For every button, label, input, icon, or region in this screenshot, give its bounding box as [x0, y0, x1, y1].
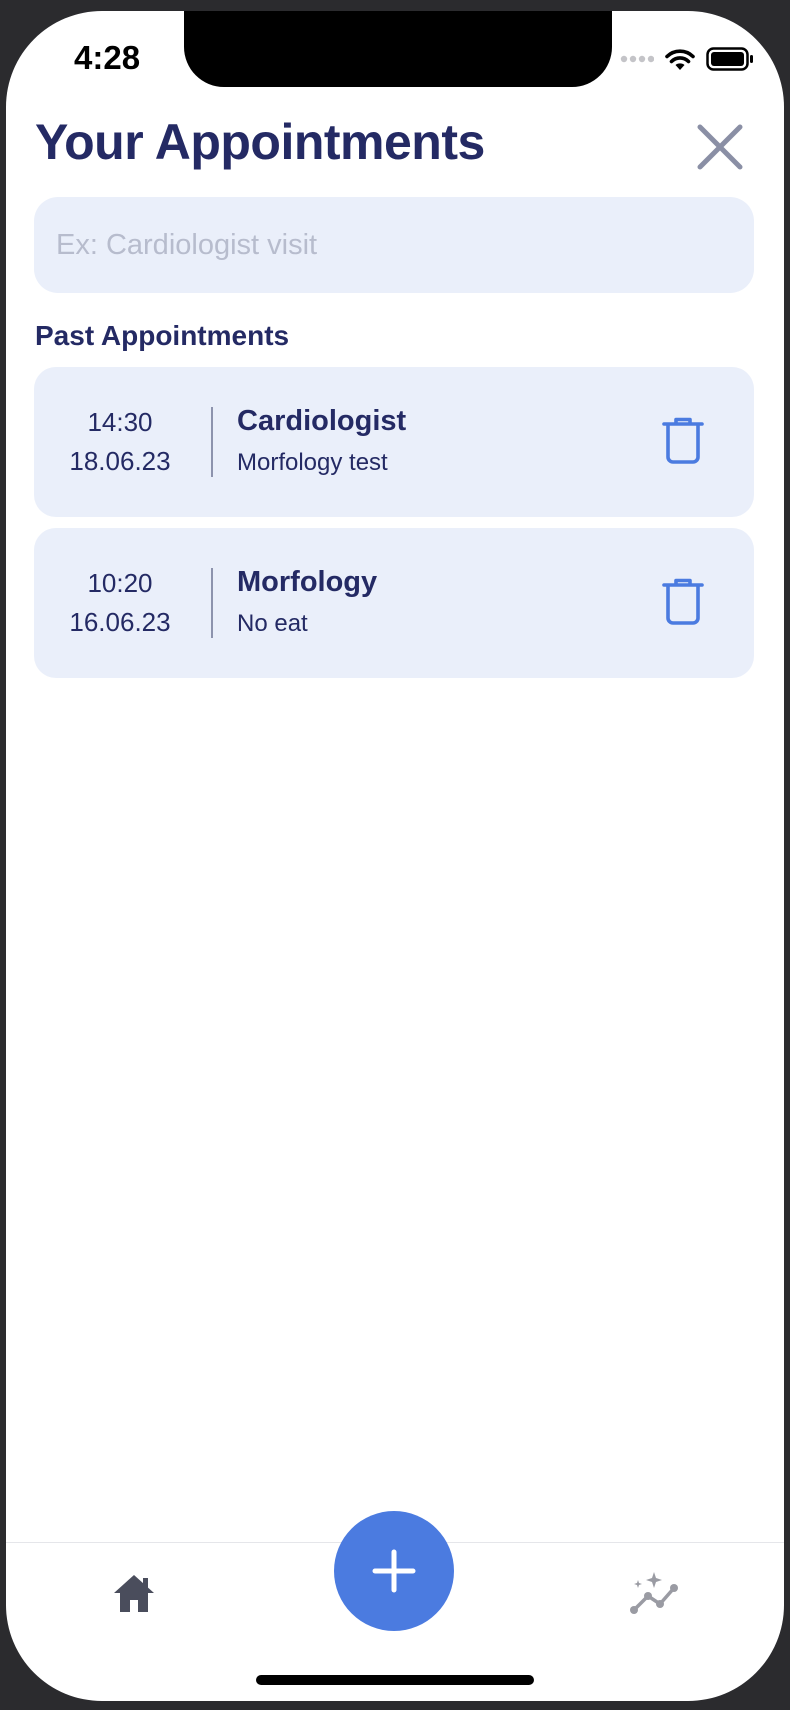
search-input[interactable]	[54, 227, 734, 263]
appointment-date: 18.06.23	[69, 446, 171, 476]
trash-icon	[662, 578, 704, 625]
appointment-datetime: 14:30 18.06.23	[34, 403, 206, 481]
appointment-card[interactable]: 14:30 18.06.23 Cardiologist Morfology te…	[34, 367, 754, 517]
battery-icon	[706, 47, 753, 71]
add-appointment-button[interactable]	[334, 1511, 454, 1631]
notch	[184, 11, 612, 87]
appointment-title: Morfology	[237, 566, 378, 598]
home-icon	[114, 1575, 154, 1612]
wifi-icon	[665, 49, 695, 70]
card-divider	[211, 568, 213, 638]
device-frame: 4:28 Your Appointments Ex: Cardiologist …	[0, 0, 790, 1710]
status-icons	[620, 47, 754, 71]
app-screen: 4:28 Your Appointments Ex: Cardiologist …	[6, 11, 784, 1701]
close-button[interactable]	[696, 123, 744, 171]
section-title-past-appointments: Past Appointments	[35, 320, 290, 351]
trash-icon	[662, 417, 704, 464]
appointment-note: No eat	[237, 610, 308, 637]
tab-analytics[interactable]	[628, 1570, 680, 1616]
close-icon	[697, 124, 743, 170]
home-indicator	[256, 1675, 534, 1685]
search-field[interactable]	[34, 197, 754, 293]
appointment-card[interactable]: 10:20 16.06.23 Morfology No eat	[34, 528, 754, 678]
appointment-note: Morfology test	[237, 449, 388, 476]
appointment-time: 10:20	[87, 568, 153, 598]
status-time: 4:28	[74, 39, 141, 76]
cellular-signal-icon	[620, 55, 654, 63]
plus-icon	[372, 1549, 416, 1593]
delete-appointment-button[interactable]	[661, 417, 705, 465]
page-title: Your Appointments	[35, 114, 485, 170]
appointment-datetime: 10:20 16.06.23	[34, 564, 206, 642]
delete-appointment-button[interactable]	[661, 578, 705, 626]
analytics-icon	[630, 1572, 678, 1614]
appointment-title: Cardiologist	[237, 405, 407, 437]
appointment-date: 16.06.23	[69, 607, 171, 637]
appointment-time: 14:30	[87, 407, 153, 437]
tab-home[interactable]	[112, 1572, 156, 1616]
card-divider	[211, 407, 213, 477]
